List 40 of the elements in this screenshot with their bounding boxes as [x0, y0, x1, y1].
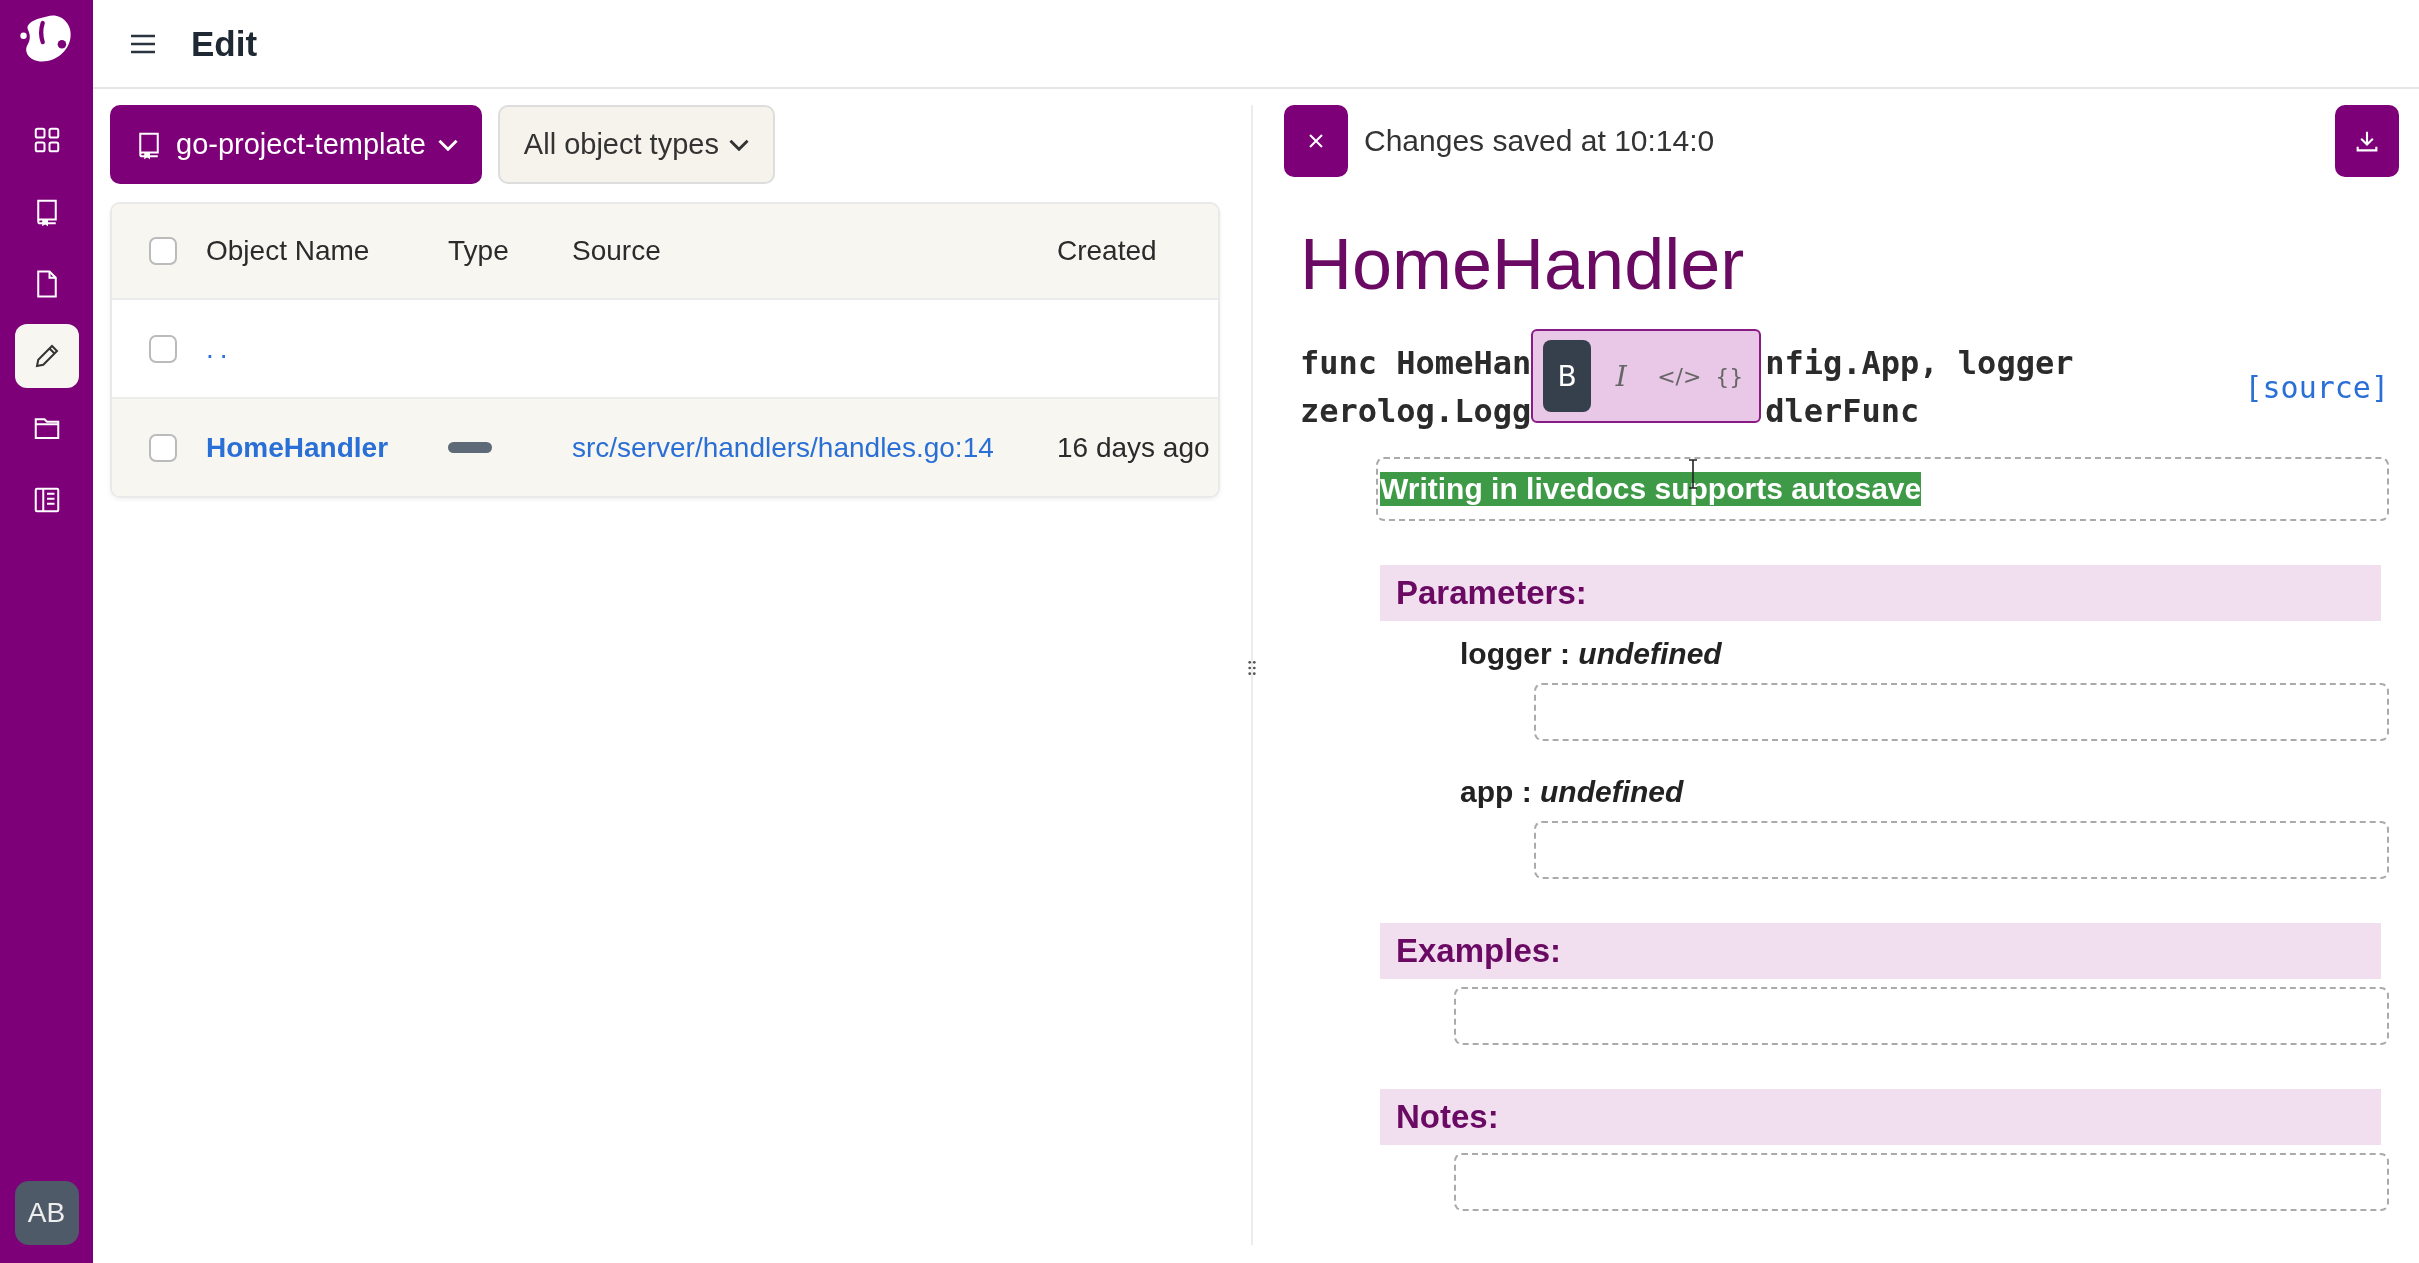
italic-format-button[interactable]: I [1597, 340, 1646, 412]
download-button[interactable] [2335, 105, 2399, 177]
signature-text: func HomeHan [1300, 343, 1532, 384]
code-format-button[interactable]: </> [1651, 340, 1700, 412]
description-text: Writing in livedocs supports autosave [1380, 472, 1922, 506]
user-avatar[interactable]: AB [14, 1181, 79, 1245]
type-indicator [448, 442, 492, 453]
select-all-checkbox[interactable] [149, 237, 177, 265]
object-name-link[interactable]: .. [206, 332, 234, 364]
column-header: Source [572, 235, 662, 267]
section-header: Notes: [1380, 1089, 2381, 1145]
object-name-link[interactable]: HomeHandler [206, 431, 389, 463]
parameter-text: logger : undefined [1460, 637, 1723, 671]
signature-text: zerolog.Logg [1300, 391, 1532, 432]
column-header: Created [1057, 235, 1158, 267]
section-header: Examples: [1380, 923, 2381, 979]
source-link[interactable]: [source] [2244, 369, 2389, 405]
close-button[interactable] [1284, 105, 1348, 177]
doc-title: HomeHandler [1300, 223, 1746, 305]
save-status: Changes saved at 10:14:0 [1364, 124, 1715, 158]
section-header: Parameters: [1380, 565, 2381, 621]
created-cell: 16 days ago [1057, 431, 1210, 463]
bold-format-button[interactable]: B [1543, 340, 1592, 412]
parameter-text: app : undefined [1460, 775, 1685, 809]
row-checkbox[interactable] [149, 334, 177, 363]
signature-text: dlerFunc [1765, 391, 1920, 432]
signature-text: nfig.App, logger [1765, 343, 2074, 384]
chevron-down-icon [728, 138, 749, 151]
source-link[interactable]: src/server/handlers/handles.go:14 [572, 431, 994, 463]
description-editor[interactable]: Writing in livedocs supports autosave [1376, 457, 2389, 521]
column-header: Object Name [206, 235, 371, 267]
chevron-down-icon [437, 138, 458, 151]
block-format-button[interactable]: {} [1705, 340, 1754, 412]
project-dropdown[interactable]: go-project-template [110, 105, 482, 184]
resize-handle-icon[interactable] [1247, 660, 1257, 676]
row-checkbox[interactable] [149, 433, 177, 462]
sidebar-item[interactable] [14, 324, 79, 388]
object-type-dropdown[interactable]: All object types [497, 105, 775, 184]
page-title: Edit [191, 23, 258, 64]
column-header: Type [448, 235, 510, 267]
